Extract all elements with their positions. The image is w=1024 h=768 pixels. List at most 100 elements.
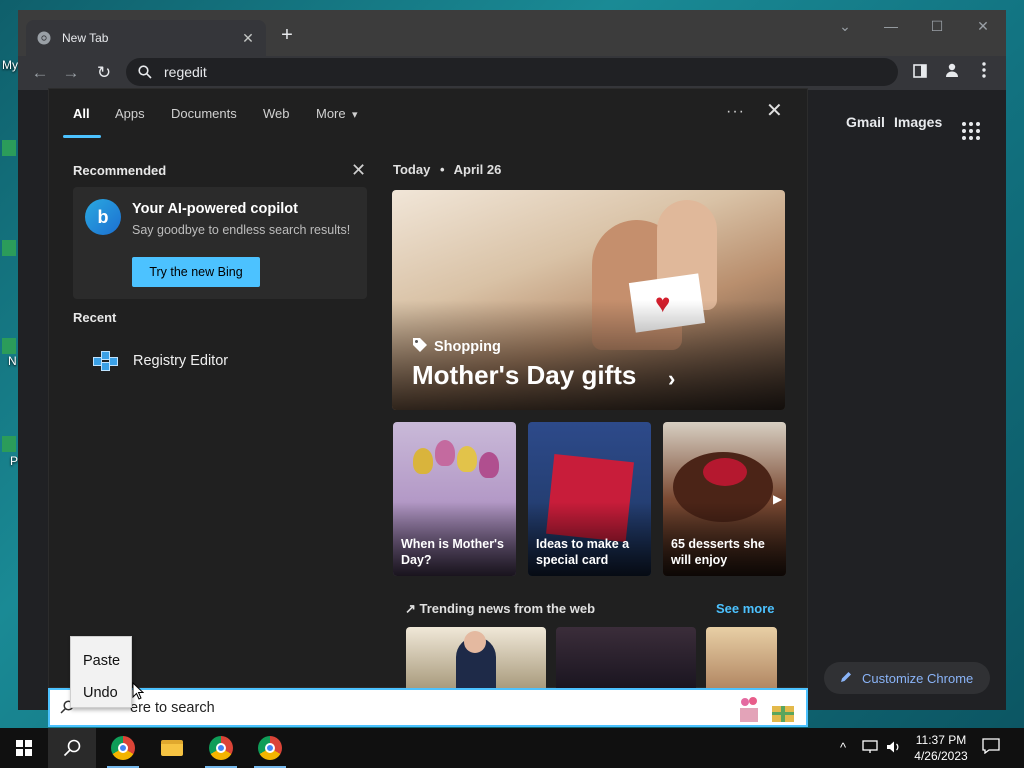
filter-documents[interactable]: Documents (171, 106, 237, 121)
flower-image (435, 440, 455, 466)
bing-logo-icon: b (85, 199, 121, 235)
see-more-link[interactable]: See more (716, 601, 775, 616)
new-tab-button[interactable]: + (276, 24, 298, 46)
filter-all[interactable]: All (73, 106, 90, 121)
search-filter-bar: All Apps Documents Web More ▾ ··· ✕ (49, 89, 809, 139)
windows-logo-icon (16, 740, 32, 756)
customize-chrome-button[interactable]: Customize Chrome (824, 662, 990, 694)
taskbar-chrome-profile-3[interactable] (246, 728, 294, 768)
news-image-person-head (464, 631, 486, 653)
recommended-heading: Recommended (73, 163, 167, 178)
today-separator: • (439, 162, 445, 177)
forward-button[interactable]: → (60, 62, 82, 84)
mothers-day-hero-card[interactable]: ♥ Shopping Mother's Day gifts › (392, 190, 785, 410)
tab-search-chevron-down-icon[interactable]: ⌄ (835, 18, 855, 35)
notification-icon[interactable] (982, 738, 1000, 759)
news-thumbnail[interactable] (406, 627, 546, 689)
taskbar: ^ 11:37 PM 4/26/2023 (0, 728, 1024, 768)
reload-button[interactable]: ↻ (93, 62, 115, 84)
taskbar-chrome-profile-1[interactable] (99, 728, 147, 768)
clock-time: 11:37 PM (915, 733, 967, 747)
desktop-icon[interactable] (2, 240, 16, 256)
customize-chrome-label: Customize Chrome (862, 670, 974, 686)
context-menu: Paste Undo (70, 636, 132, 708)
desktop-icon-label[interactable]: P (10, 454, 18, 468)
network-icon[interactable] (862, 740, 878, 757)
flower-image (457, 446, 477, 472)
filter-web[interactable]: Web (263, 106, 290, 121)
tab-title: New Tab (62, 31, 109, 45)
flower-image (479, 452, 499, 478)
copilot-card[interactable]: b Your AI-powered copilot Say goodbye to… (73, 187, 367, 299)
google-apps-icon[interactable] (962, 122, 980, 140)
recent-item-registry-editor[interactable]: Registry Editor (91, 347, 228, 375)
hero-tag-label: Shopping (434, 339, 501, 355)
profile-icon[interactable] (941, 62, 963, 84)
window-close-button[interactable]: ✕ (973, 18, 993, 35)
address-bar[interactable]: regedit (126, 58, 898, 86)
filter-apps[interactable]: Apps (115, 106, 145, 121)
chrome-icon (111, 736, 135, 760)
taskbar-chrome-profile-2[interactable] (197, 728, 245, 768)
more-menu-icon[interactable] (973, 62, 995, 84)
desktop-icon[interactable] (2, 436, 16, 452)
address-bar-text: regedit (164, 64, 207, 80)
chevron-right-icon: › (668, 366, 676, 391)
card-caption: 65 desserts she will enjoy (671, 537, 765, 567)
minimize-button[interactable]: — (881, 18, 901, 34)
more-chevron-down-icon[interactable]: ▾ (352, 108, 358, 121)
desktop-icon[interactable] (2, 140, 16, 156)
registry-editor-icon (91, 347, 119, 375)
today-date: April 26 (453, 162, 502, 177)
news-thumbnail[interactable] (706, 627, 777, 689)
volume-icon[interactable] (886, 740, 902, 757)
hero-headline: Mother's Day gifts (412, 360, 637, 390)
copilot-card-subtitle: Say goodbye to endless search results! (132, 223, 351, 237)
start-button[interactable] (0, 728, 48, 768)
taskbar-search-button[interactable] (48, 728, 96, 768)
card-when-is-mothers-day[interactable]: When is Mother's Day? (393, 422, 516, 576)
system-clock[interactable]: 11:37 PM 4/26/2023 (908, 732, 974, 764)
filter-more[interactable]: More (316, 106, 346, 121)
flower-image (413, 448, 433, 474)
desktop-icon-label[interactable]: N (8, 354, 17, 368)
taskbar-file-explorer[interactable] (148, 728, 196, 768)
context-menu-paste[interactable]: Paste (83, 653, 120, 669)
folder-icon (161, 740, 183, 756)
dismiss-recommended-icon[interactable]: ✕ (351, 161, 366, 179)
today-header: Today • April 26 (393, 162, 501, 177)
recent-heading: Recent (73, 310, 117, 325)
windows-search-panel: All Apps Documents Web More ▾ ··· ✕ Reco… (48, 88, 809, 689)
tab-new-tab[interactable]: New Tab ✕ (26, 20, 266, 56)
images-link[interactable]: Images (894, 114, 942, 130)
tab-close-icon[interactable]: ✕ (240, 30, 256, 47)
card-ideas-special-card[interactable]: Ideas to make a special card (528, 422, 651, 576)
card-65-desserts[interactable]: ▶ 65 desserts she will enjoy (663, 422, 786, 576)
hero-tag: Shopping (412, 337, 501, 357)
try-bing-button[interactable]: Try the new Bing (132, 257, 260, 287)
restore-button[interactable]: ☐ (927, 18, 947, 35)
gmail-link[interactable]: Gmail (846, 114, 885, 130)
chrome-icon (258, 736, 282, 760)
search-icon (63, 739, 81, 757)
search-panel-close-icon[interactable]: ✕ (766, 101, 783, 121)
desktop-icon[interactable] (2, 338, 16, 354)
tray-chevron-up-icon[interactable]: ^ (840, 740, 846, 755)
copilot-card-title: Your AI-powered copilot (132, 201, 298, 217)
overflow-menu-icon[interactable]: ··· (726, 103, 745, 121)
trending-news-heading: ↗ Trending news from the web (405, 601, 596, 616)
today-label: Today (393, 162, 431, 177)
clock-date: 4/26/2023 (914, 749, 968, 763)
browser-toolbar: ← → ↻ regedit (18, 56, 1006, 90)
news-thumbnail[interactable] (556, 627, 696, 689)
pencil-icon (840, 671, 852, 686)
desktop-icon-label[interactable]: My (2, 58, 18, 72)
tag-icon (412, 337, 428, 357)
context-menu-undo[interactable]: Undo (83, 685, 118, 701)
side-panel-icon[interactable] (909, 62, 931, 84)
taskbar-search-input[interactable]: ere to search (48, 688, 808, 727)
card-caption: Ideas to make a special card (536, 537, 630, 567)
back-button[interactable]: ← (29, 62, 51, 84)
mothers-day-gift-icon (740, 697, 794, 722)
active-filter-indicator (63, 135, 101, 138)
